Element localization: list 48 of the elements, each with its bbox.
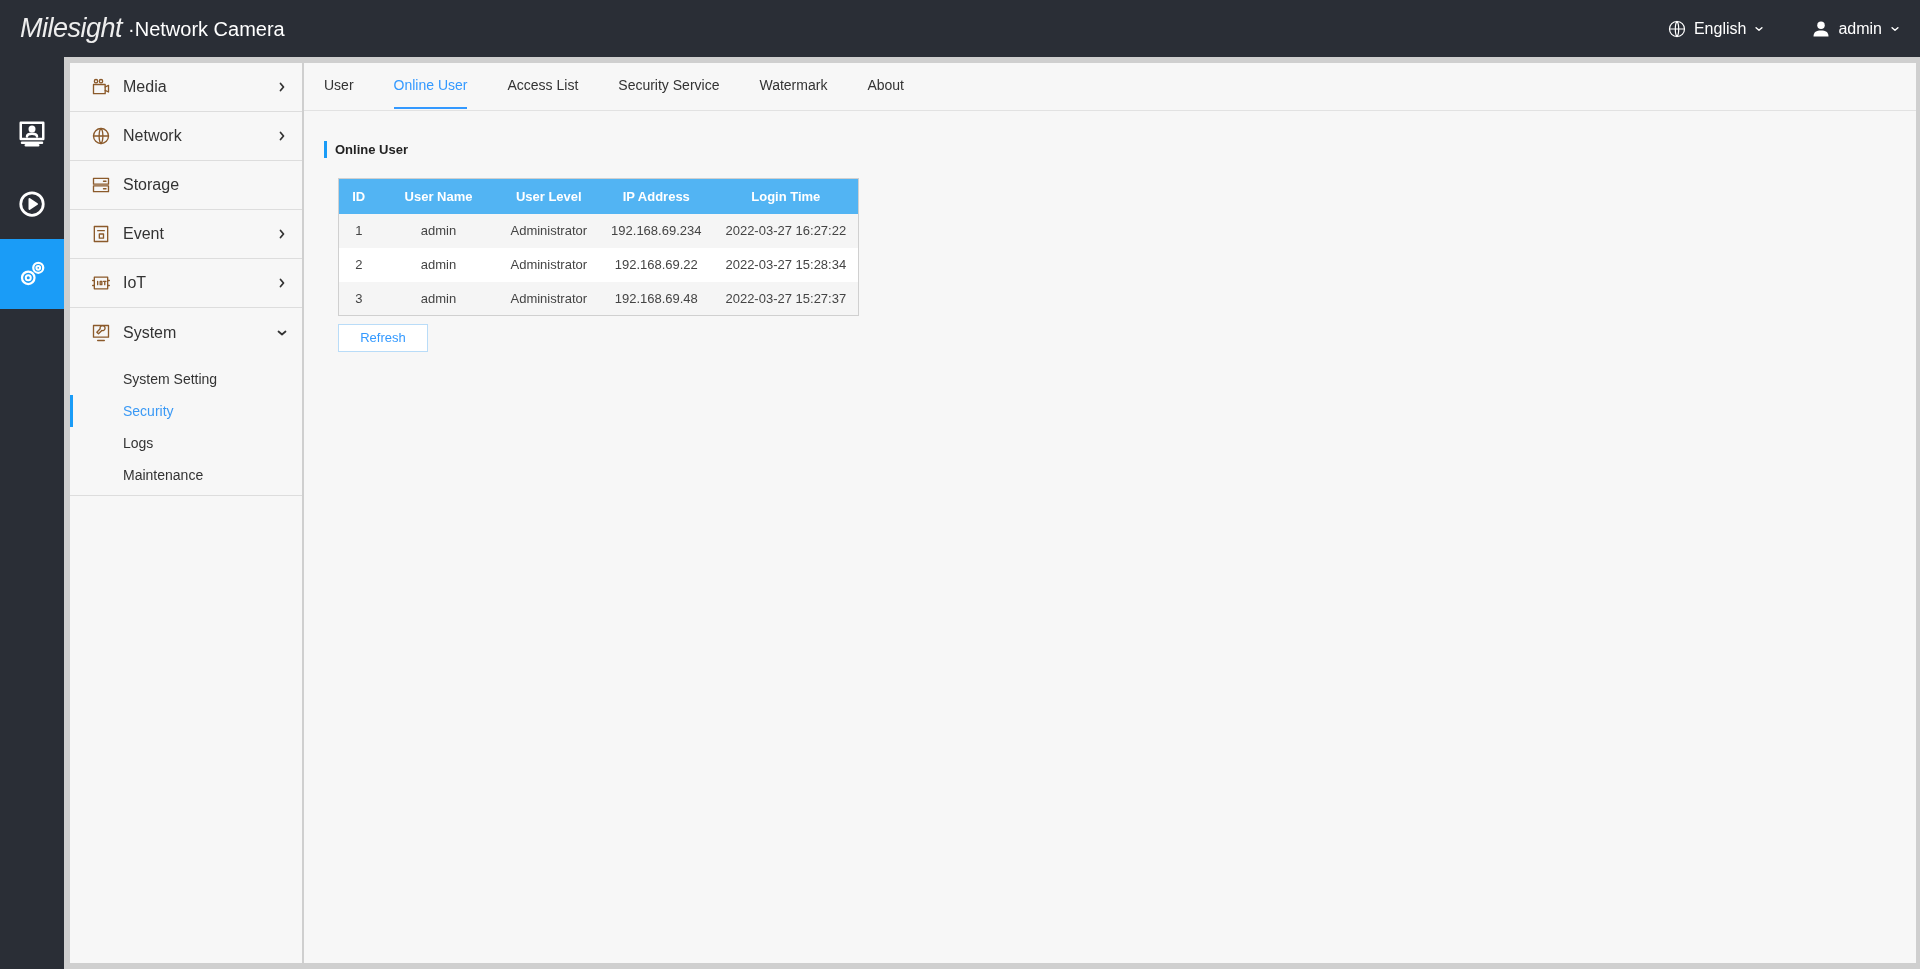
menu-item[interactable]: System: [70, 308, 302, 357]
submenu-item[interactable]: Maintenance: [70, 459, 302, 491]
tab[interactable]: Security Service: [618, 63, 720, 109]
play-icon: [17, 189, 47, 219]
globe-icon: [1667, 19, 1686, 38]
tab[interactable]: Watermark: [759, 63, 828, 109]
menu-item[interactable]: IoT: [70, 259, 302, 308]
table-cell: admin: [378, 281, 499, 316]
monitor-icon: [17, 119, 47, 149]
column-header: Login Time: [713, 178, 859, 214]
table-cell: 2022-03-27 16:27:22: [713, 213, 859, 248]
menu-item[interactable]: Storage: [70, 161, 302, 210]
table-cell: admin: [378, 213, 499, 248]
submenu-item[interactable]: System Setting: [70, 363, 302, 395]
menu-item[interactable]: Event: [70, 210, 302, 259]
user-icon: [1812, 19, 1831, 38]
table-cell: Administrator: [498, 213, 600, 248]
table-cell: 2022-03-27 15:27:37: [713, 281, 859, 316]
column-header: User Name: [378, 178, 499, 214]
camera-icon: [91, 77, 111, 97]
table-cell: 192.168.69.234: [599, 213, 714, 248]
table-cell: 192.168.69.48: [599, 281, 714, 316]
wrench-screen-icon: [91, 322, 111, 343]
tab[interactable]: User: [324, 63, 354, 109]
table-cell: Administrator: [498, 281, 600, 316]
table-cell: 3: [338, 281, 379, 316]
tab[interactable]: Access List: [507, 63, 579, 109]
table-cell: 2: [338, 247, 379, 282]
globe-icon: [91, 126, 111, 146]
submenu-item[interactable]: Logs: [70, 427, 302, 459]
table-cell: 192.168.69.22: [599, 247, 714, 282]
logo: Milesight: [20, 12, 123, 46]
language-menu[interactable]: English: [1667, 16, 1765, 41]
user-menu[interactable]: admin: [1812, 16, 1900, 41]
document-icon: [91, 224, 111, 244]
section-title: Online User: [324, 141, 1916, 158]
product-title: ·Network Camera: [128, 16, 285, 42]
column-header: IP Address: [599, 178, 714, 214]
tab[interactable]: About: [867, 63, 904, 109]
menu-item[interactable]: Media: [70, 63, 302, 112]
server-icon: [91, 175, 111, 195]
table-cell: 1: [338, 213, 379, 248]
table-cell: 2022-03-27 15:28:34: [713, 247, 859, 282]
menu-item[interactable]: Network: [70, 112, 302, 161]
column-header: User Level: [498, 178, 600, 214]
table-cell: admin: [378, 247, 499, 282]
table-cell: Administrator: [498, 247, 600, 282]
column-header: ID: [338, 178, 379, 214]
